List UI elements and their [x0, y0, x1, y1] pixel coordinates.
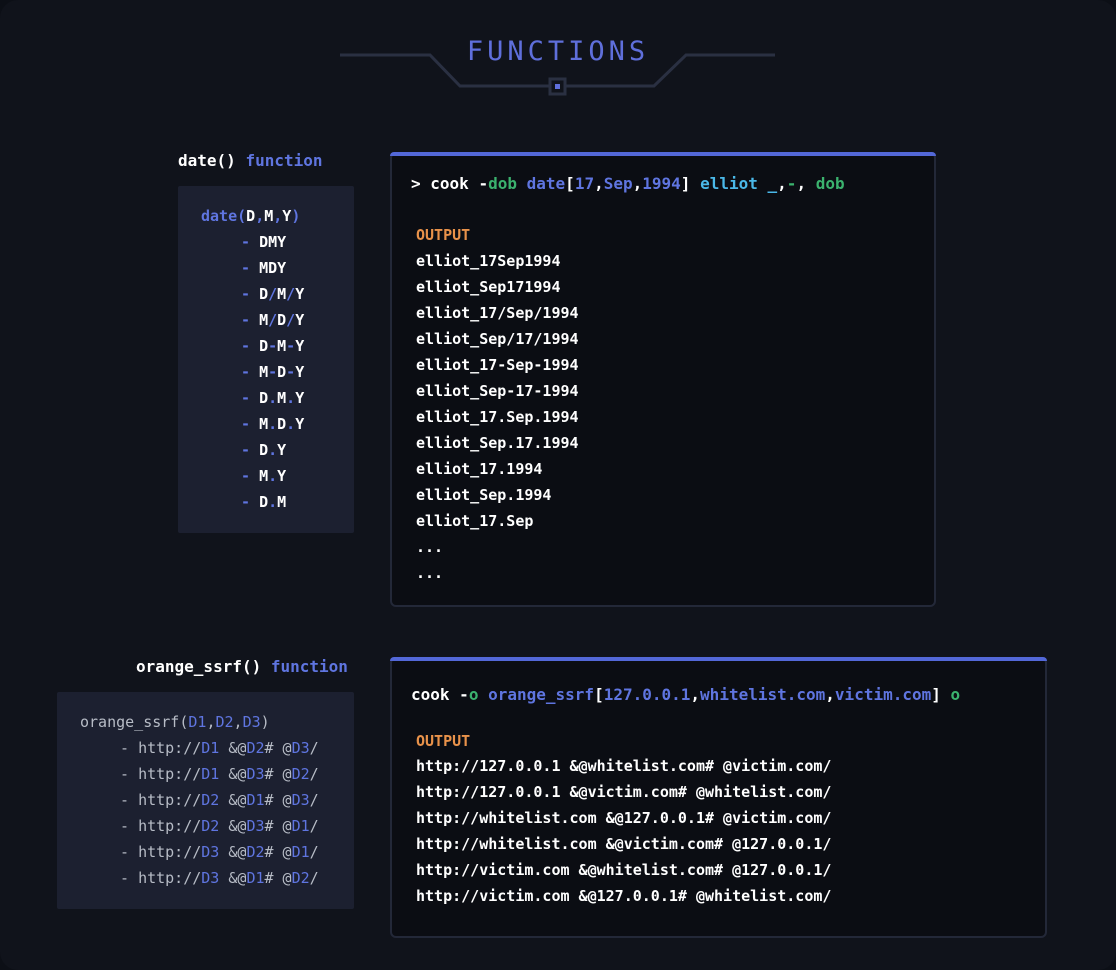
output-label: OUTPUT	[416, 732, 471, 750]
list-dash: -	[120, 739, 139, 757]
output-line: ...	[416, 538, 444, 556]
output-line: http://whitelist.com &@victim.com# @127.…	[416, 835, 832, 853]
terminal-accent-bar	[390, 657, 1047, 661]
ssrf-pattern-item: - http://D2 &@D1# @D3/	[120, 791, 319, 809]
ssrf-pattern-item: - http://D3 &@D2# @D1/	[120, 843, 319, 861]
list-dash: -	[241, 415, 260, 433]
output-line: elliot_Sep.1994	[416, 486, 552, 504]
date-format-item: - M-D-Y	[241, 363, 305, 381]
ssrf-pattern-item: - http://D1 &@D2# @D3/	[120, 739, 319, 757]
output-line: elliot_17.1994	[416, 460, 543, 478]
list-dash: -	[241, 337, 260, 355]
list-dash: -	[241, 441, 260, 459]
output-line: elliot_Sep.17.1994	[416, 434, 579, 452]
date-format-item: - D-M-Y	[241, 337, 305, 355]
date-format-item: - D.M.Y	[241, 389, 305, 407]
function-keyword: function	[245, 151, 323, 170]
ssrf-pattern-item: - http://D3 &@D1# @D2/	[120, 869, 319, 887]
date-format-item: - MDY	[241, 259, 287, 277]
list-dash: -	[120, 843, 139, 861]
list-dash: -	[241, 467, 260, 485]
output-line: ...	[416, 564, 444, 582]
date-format-item: - M.D.Y	[241, 415, 305, 433]
list-dash: -	[241, 389, 260, 407]
output-line: elliot_Sep-17-1994	[416, 382, 579, 400]
date-terminal: > cook -dob date[17,Sep,1994] elliot _,-…	[390, 152, 936, 607]
list-dash: -	[120, 765, 139, 783]
ssrf-signature-panel: orange_ssrf(D1,D2,D3) - http://D1 &@D2# …	[57, 692, 354, 909]
ssrf-pattern-item: - http://D2 &@D3# @D1/	[120, 817, 319, 835]
list-dash: -	[241, 493, 260, 511]
output-line: http://victim.com &@127.0.0.1# @whitelis…	[416, 887, 832, 905]
output-line: elliot_Sep171994	[416, 278, 561, 296]
date-function-label: date() function	[178, 151, 323, 170]
output-line: elliot_17-Sep-1994	[416, 356, 579, 374]
list-dash: -	[241, 311, 260, 329]
ssrf-signature: orange_ssrf(D1,D2,D3)	[80, 713, 270, 731]
ssrf-terminal: cook -o orange_ssrf[127.0.0.1,whitelist.…	[390, 657, 1047, 938]
date-format-item: - D.M	[241, 493, 287, 511]
date-format-item: - DMY	[241, 233, 287, 251]
output-label: OUTPUT	[416, 226, 471, 244]
date-signature: date(D,M,Y)	[201, 207, 301, 225]
function-keyword: function	[270, 657, 348, 676]
list-dash: -	[241, 285, 260, 303]
list-dash: -	[241, 363, 260, 381]
page-title: FUNCTIONS	[466, 36, 650, 67]
list-dash: -	[120, 869, 139, 887]
output-line: http://whitelist.com &@127.0.0.1# @victi…	[416, 809, 832, 827]
output-line: http://victim.com &@whitelist.com# @127.…	[416, 861, 832, 879]
output-line: elliot_17.Sep	[416, 512, 534, 530]
list-dash: -	[120, 791, 139, 809]
terminal-accent-bar	[390, 152, 936, 156]
date-command: > cook -dob date[17,Sep,1994] elliot _,-…	[411, 174, 845, 193]
output-line: http://127.0.0.1 &@whitelist.com# @victi…	[416, 757, 832, 775]
list-dash: -	[120, 817, 139, 835]
list-dash: -	[241, 259, 260, 277]
output-line: elliot_Sep/17/1994	[416, 330, 579, 348]
output-line: http://127.0.0.1 &@victim.com# @whitelis…	[416, 783, 832, 801]
date-format-item: - M.Y	[241, 467, 287, 485]
function-name: orange_ssrf()	[136, 657, 262, 676]
output-line: elliot_17.Sep.1994	[416, 408, 579, 426]
ssrf-pattern-item: - http://D1 &@D3# @D2/	[120, 765, 319, 783]
ssrf-command: cook -o orange_ssrf[127.0.0.1,whitelist.…	[411, 685, 961, 704]
date-format-item: - D/M/Y	[241, 285, 305, 303]
date-signature-panel: date(D,M,Y) - DMY - MDY - D/M/Y - M/D/Y - D-…	[178, 186, 354, 533]
output-line: elliot_17/Sep/1994	[416, 304, 579, 322]
function-name: date()	[178, 151, 236, 170]
output-line: elliot_17Sep1994	[416, 252, 561, 270]
list-dash: -	[241, 233, 260, 251]
date-format-item: - M/D/Y	[241, 311, 305, 329]
ssrf-function-label: orange_ssrf() function	[136, 657, 348, 676]
date-format-item: - D.Y	[241, 441, 287, 459]
